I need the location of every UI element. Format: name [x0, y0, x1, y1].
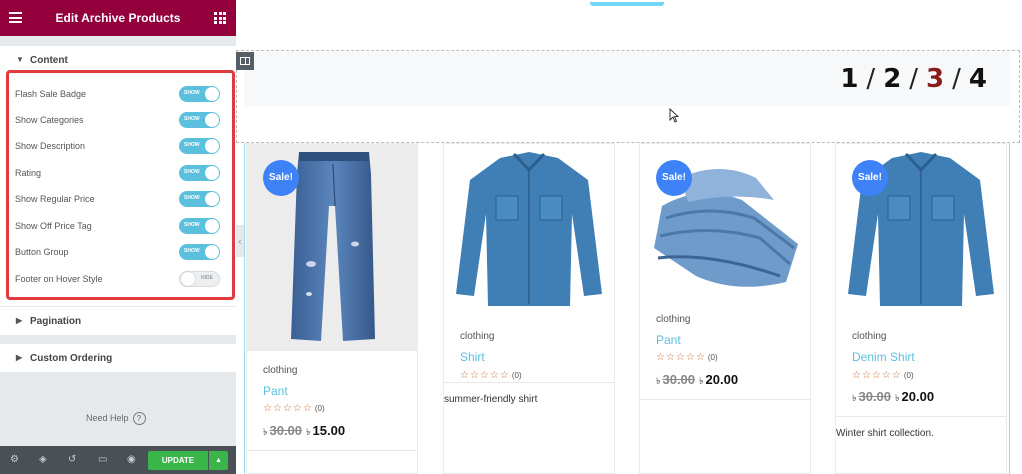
history-icon[interactable]: ↺ [68, 454, 76, 465]
page-link-4[interactable]: 4 [969, 64, 988, 94]
panel-footer: ⚙ ◈ ↺ ▭ ◉ UPDATE ▲ [0, 446, 236, 474]
product-description: Winter shirt collection. [836, 428, 934, 439]
product-image[interactable] [444, 144, 614, 319]
card-divider [836, 416, 1006, 417]
card-divider [247, 450, 417, 451]
card-divider [444, 382, 614, 383]
section-top-indicator [590, 2, 664, 6]
product-rating: ☆☆☆☆☆ (0) [852, 370, 914, 381]
product-price: ৳ 30.00 ৳ 15.00 [263, 423, 346, 438]
product-title[interactable]: Pant [656, 333, 681, 347]
page-link-2[interactable]: 2 [883, 64, 902, 94]
shirt-image [456, 152, 602, 306]
page-separator: / [866, 64, 877, 94]
product-title[interactable]: Pant [263, 384, 288, 398]
product-rating: ☆☆☆☆☆ (0) [656, 352, 718, 363]
product-category[interactable]: clothing [460, 331, 494, 342]
product-title[interactable]: Shirt [460, 350, 485, 364]
responsive-icon[interactable]: ▭ [98, 454, 107, 465]
caret-right-icon: ▶ [16, 353, 23, 362]
help-icon: ? [132, 412, 146, 425]
highlight-box [6, 70, 235, 300]
section-custom-ordering-label: Custom Ordering [30, 353, 113, 364]
panel-title: Edit Archive Products [55, 11, 181, 25]
panel-header: Edit Archive Products [0, 0, 236, 36]
product-category[interactable]: clothing [263, 365, 297, 376]
new-price: 20.00 [705, 372, 739, 387]
mouse-cursor-icon [669, 108, 679, 123]
grid-icon[interactable] [214, 12, 226, 24]
section-content-label: Content [30, 55, 68, 66]
section-custom-ordering[interactable]: ▶ Custom Ordering [0, 344, 236, 372]
update-button[interactable]: UPDATE [148, 451, 208, 470]
caret-down-icon: ▼ [16, 55, 24, 64]
old-price: 30.00 [858, 389, 892, 404]
product-price: ৳ 30.00 ৳ 20.00 [852, 389, 935, 404]
update-options-caret-icon[interactable]: ▲ [209, 451, 228, 470]
need-help-link[interactable]: Need Help? [86, 412, 146, 425]
collapse-panel-handle[interactable]: ‹ [236, 225, 244, 257]
section-pagination-label: Pagination [30, 316, 82, 327]
need-help-label: Need Help [86, 413, 129, 423]
product-category[interactable]: clothing [656, 314, 690, 325]
page-link-3-current[interactable]: 3 [926, 64, 945, 94]
sale-badge: Sale! [852, 160, 888, 196]
old-price: 30.00 [662, 372, 696, 387]
page-separator: / [909, 64, 920, 94]
product-rating: ☆☆☆☆☆ (0) [263, 403, 325, 414]
editor-panel: Edit Archive Products ▼ Content Flash Sa… [0, 0, 236, 474]
product-card[interactable]: Sale! clothing Pant ☆☆☆☆☆ (0) ৳ 30.00 ৳ 15.0… [246, 143, 418, 474]
product-card[interactable]: Sale! clothing Denim Shirt ☆☆☆☆☆ (0) ৳ 30.… [835, 143, 1007, 474]
settings-icon[interactable]: ⚙ [10, 454, 19, 465]
card-divider [640, 399, 810, 400]
sale-badge: Sale! [656, 160, 692, 196]
layers-icon[interactable]: ◈ [39, 454, 47, 465]
product-category[interactable]: clothing [852, 331, 886, 342]
section-pagination[interactable]: ▶ Pagination [0, 307, 236, 335]
product-rating: ☆☆☆☆☆ (0) [460, 370, 522, 381]
product-description: summer-friendly shirt [444, 394, 538, 405]
product-title[interactable]: Denim Shirt [852, 350, 915, 364]
pagination: 1/2/3/4 [840, 64, 988, 94]
old-price: 30.00 [269, 423, 303, 438]
page-separator: / [952, 64, 962, 94]
preview-icon[interactable]: ◉ [127, 454, 136, 465]
product-price: ৳ 30.00 ৳ 20.00 [656, 372, 739, 387]
section-content[interactable]: ▼ Content [0, 46, 236, 72]
column-handle-icon[interactable] [236, 52, 254, 70]
new-price: 15.00 [312, 423, 346, 438]
caret-right-icon: ▶ [16, 316, 23, 325]
product-card[interactable]: Sale! clothing Pant ☆☆☆☆☆ (0) ৳ 30.00 ৳ 20.0… [639, 143, 811, 474]
sale-badge: Sale! [263, 160, 299, 196]
page-link-1[interactable]: 1 [840, 64, 859, 94]
new-price: 20.00 [901, 389, 935, 404]
product-card[interactable]: clothing Shirt ☆☆☆☆☆ (0) summer-friendly … [443, 143, 615, 474]
